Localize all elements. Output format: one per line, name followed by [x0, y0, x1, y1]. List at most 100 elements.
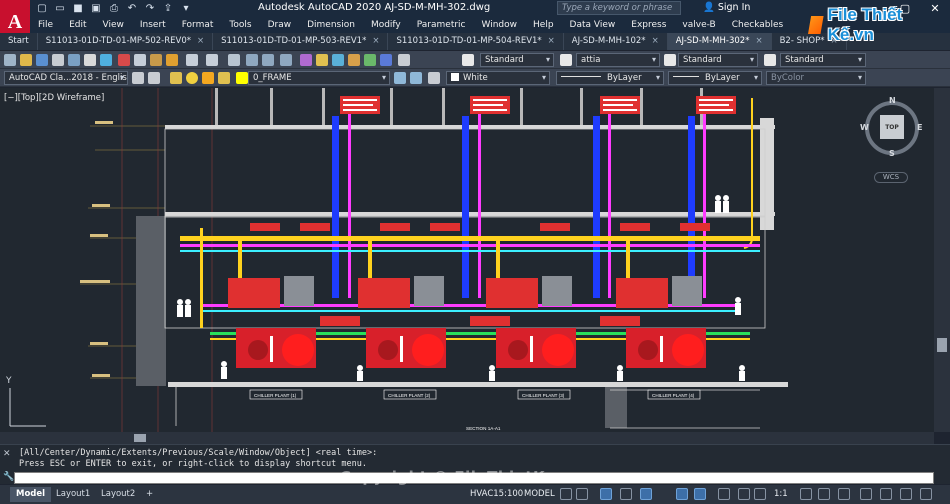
- zoom-previous-icon[interactable]: [280, 54, 292, 66]
- tab-layout1[interactable]: Layout1: [50, 487, 96, 502]
- layer-select[interactable]: 0_FRAME: [248, 71, 390, 85]
- pan-icon[interactable]: [228, 54, 240, 66]
- close-tab-icon[interactable]: ×: [197, 36, 204, 46]
- match-properties-icon[interactable]: [166, 54, 178, 66]
- add-layout-button[interactable]: +: [140, 487, 159, 502]
- menu-file[interactable]: File: [30, 20, 61, 30]
- qat-dropdown-icon[interactable]: ▾: [180, 3, 192, 15]
- layer-state-icon[interactable]: [170, 72, 182, 84]
- tool-palettes-icon[interactable]: [332, 54, 344, 66]
- workspace-select[interactable]: AutoCAD Cla...2018 - English: [4, 71, 128, 85]
- redo-icon[interactable]: ↷: [144, 3, 156, 15]
- isodraft-icon[interactable]: [640, 488, 652, 500]
- sheet-set-icon[interactable]: [348, 54, 360, 66]
- cut-icon[interactable]: [118, 54, 130, 66]
- plot-icon[interactable]: [52, 54, 64, 66]
- dim-style-select[interactable]: attia: [576, 53, 660, 67]
- layer-properties-icon[interactable]: [148, 72, 160, 84]
- table-style-icon[interactable]: [664, 54, 676, 66]
- preview-icon[interactable]: [68, 54, 80, 66]
- lineweight-icon[interactable]: [718, 488, 730, 500]
- design-center-icon[interactable]: [316, 54, 328, 66]
- view-cube-top-face[interactable]: TOP: [880, 115, 904, 139]
- copy-icon[interactable]: [134, 54, 146, 66]
- close-tab-icon[interactable]: ×: [548, 36, 555, 46]
- menu-checkables[interactable]: Checkables: [724, 20, 791, 30]
- file-tab-0[interactable]: Start: [0, 33, 38, 50]
- command-customize-icon[interactable]: 🔧: [3, 472, 14, 482]
- menu-dimension[interactable]: Dimension: [299, 20, 363, 30]
- menu-tools[interactable]: Tools: [221, 20, 259, 30]
- menu-valve-b[interactable]: valve-B: [674, 20, 723, 30]
- polar-icon[interactable]: [620, 488, 632, 500]
- compass-east[interactable]: E: [917, 123, 922, 132]
- file-tab-4[interactable]: AJ-SD-M-MH-102* ×: [564, 33, 668, 50]
- snap-icon[interactable]: [576, 488, 588, 500]
- mleader-style-select[interactable]: Standard: [780, 53, 866, 67]
- menu-edit[interactable]: Edit: [61, 20, 94, 30]
- horizontal-scrollbar[interactable]: [0, 432, 934, 444]
- layer-match-icon[interactable]: [428, 72, 440, 84]
- workspace-settings-icon[interactable]: [132, 72, 144, 84]
- lineweight-select[interactable]: ByLayer: [668, 71, 762, 85]
- help-icon[interactable]: [398, 54, 410, 66]
- new-file-icon[interactable]: ▢: [36, 3, 48, 15]
- command-close-icon[interactable]: ✕: [3, 449, 11, 459]
- text-style-select[interactable]: Standard: [480, 53, 554, 67]
- text-style-icon[interactable]: [462, 54, 474, 66]
- make-current-layer-icon[interactable]: [394, 72, 406, 84]
- zoom-window-icon[interactable]: [262, 54, 274, 66]
- open-icon[interactable]: [20, 54, 32, 66]
- menu-help[interactable]: Help: [525, 20, 562, 30]
- workspace-switch-icon[interactable]: [800, 488, 812, 500]
- units-icon[interactable]: [838, 488, 850, 500]
- compass-south[interactable]: S: [889, 149, 895, 158]
- menu-modify[interactable]: Modify: [363, 20, 409, 30]
- new-icon[interactable]: [4, 54, 16, 66]
- layer-previous-icon[interactable]: [410, 72, 422, 84]
- vertical-scroll-thumb[interactable]: [937, 338, 947, 352]
- save-as-icon[interactable]: ▣: [90, 3, 102, 15]
- linetype-select[interactable]: ByLayer: [556, 71, 664, 85]
- plotstyle-select[interactable]: ByColor: [766, 71, 866, 85]
- zoom-realtime-icon[interactable]: [246, 54, 258, 66]
- tab-model[interactable]: Model: [10, 487, 52, 502]
- drawing-canvas[interactable]: CHILLER PLANT (1) CHILLER PLANT (2) CHIL…: [0, 88, 934, 432]
- mleader-style-icon[interactable]: [764, 54, 776, 66]
- publish-icon[interactable]: [84, 54, 96, 66]
- save-icon[interactable]: ■: [72, 3, 84, 15]
- search-input[interactable]: Type a keyword or phrase: [557, 1, 681, 15]
- share-icon[interactable]: ⇪: [162, 3, 174, 15]
- save-icon[interactable]: [36, 54, 48, 66]
- autoscale-icon[interactable]: [754, 488, 766, 500]
- sign-in-button[interactable]: 👤 Sign In: [703, 2, 750, 13]
- file-tab-1[interactable]: S11013-01D-TD-01-MP-502-REV0* ×: [38, 33, 214, 50]
- tab-layout2[interactable]: Layout2: [95, 487, 141, 502]
- menu-window[interactable]: Window: [474, 20, 526, 30]
- object-snap-tracking-icon[interactable]: [676, 488, 688, 500]
- annotation-monitor-icon[interactable]: [818, 488, 830, 500]
- graphics-performance-icon[interactable]: [880, 488, 892, 500]
- menu-view[interactable]: View: [95, 20, 132, 30]
- annotation-scale[interactable]: HVAC15:100: [470, 489, 523, 499]
- ortho-icon[interactable]: [600, 488, 612, 500]
- properties-icon[interactable]: [300, 54, 312, 66]
- object-snap-icon[interactable]: [694, 488, 706, 500]
- menu-format[interactable]: Format: [174, 20, 222, 30]
- markup-icon[interactable]: [364, 54, 376, 66]
- clean-screen-icon[interactable]: [900, 488, 912, 500]
- plot-icon[interactable]: ⎙: [108, 3, 120, 15]
- layer-on-icon[interactable]: [186, 72, 198, 84]
- model-space-toggle[interactable]: MODEL: [524, 489, 555, 499]
- layer-lock-icon[interactable]: [218, 72, 230, 84]
- close-tab-icon[interactable]: ×: [652, 36, 659, 46]
- menu-parametric[interactable]: Parametric: [409, 20, 474, 30]
- viewport-controls[interactable]: [−][Top][2D Wireframe]: [4, 93, 104, 103]
- redo-icon[interactable]: [206, 54, 218, 66]
- menu-data-view[interactable]: Data View: [562, 20, 624, 30]
- paste-icon[interactable]: [150, 54, 162, 66]
- layer-freeze-icon[interactable]: [202, 72, 214, 84]
- menu-insert[interactable]: Insert: [132, 20, 174, 30]
- customization-icon[interactable]: [920, 488, 932, 500]
- view-cube[interactable]: TOP N S E W: [860, 96, 923, 159]
